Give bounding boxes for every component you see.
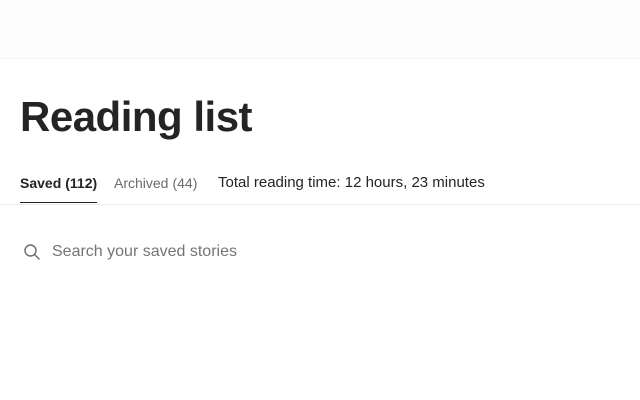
total-reading-time: Total reading time: 12 hours, 23 minutes xyxy=(218,174,485,191)
tab-archived-count: (44) xyxy=(172,175,198,191)
top-bar xyxy=(0,0,640,59)
tab-archived[interactable]: Archived (44) xyxy=(114,174,197,192)
search-icon xyxy=(22,242,42,262)
tabs-row: Saved (112) Archived (44) Total reading ti… xyxy=(0,168,640,205)
tab-saved[interactable]: Saved (112) xyxy=(20,174,98,203)
search-bar[interactable] xyxy=(20,238,420,266)
page-title: Reading list xyxy=(20,93,253,140)
tab-saved-count: (112) xyxy=(65,175,98,191)
search-input[interactable] xyxy=(52,243,392,261)
tab-saved-label: Saved xyxy=(20,175,62,191)
tab-archived-label: Archived xyxy=(114,175,169,191)
